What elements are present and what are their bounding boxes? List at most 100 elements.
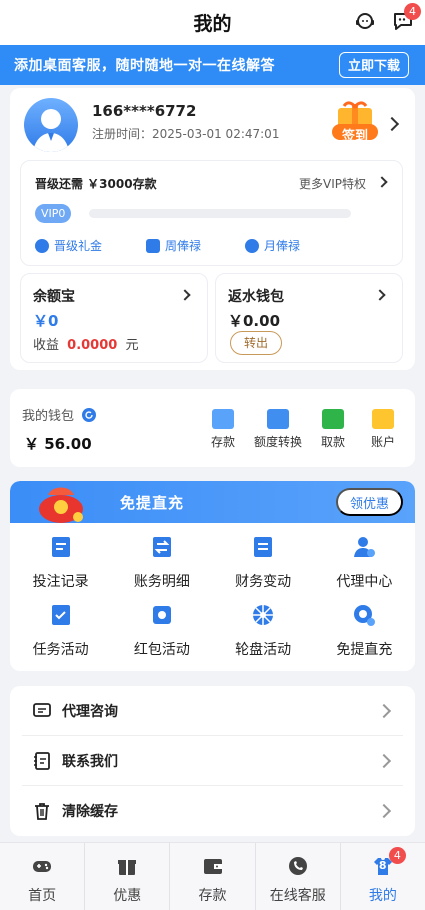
red-packet-icon xyxy=(152,606,171,624)
trash-icon xyxy=(35,803,49,820)
vip-link-label: 周俸禄 xyxy=(165,239,202,253)
avatar[interactable] xyxy=(24,98,78,152)
money-bag-icon xyxy=(245,238,260,253)
grid-item-finance-changes[interactable]: 财务变动 xyxy=(213,535,314,591)
my-wallet-label: 我的钱包 xyxy=(22,409,75,424)
calendar-week-icon xyxy=(146,238,161,253)
tab-label: 我的 xyxy=(368,888,397,904)
tab-mine[interactable]: 8 4 我的 xyxy=(341,843,425,910)
grid-item-task-activity[interactable]: 任务活动 xyxy=(10,603,111,659)
tab-promotions[interactable]: 优惠 xyxy=(85,843,171,910)
tab-home[interactable]: 首页 xyxy=(0,843,86,910)
tab-label: 首页 xyxy=(28,888,57,904)
withdraw-icon xyxy=(322,409,344,429)
menu-item-label: 联系我们 xyxy=(62,753,118,770)
vip-link-label: 晋级礼金 xyxy=(54,239,103,253)
promo-header: 免提直充 领优惠 xyxy=(10,481,415,523)
settings-menu: 代理咨询 联系我们 清除缓存 xyxy=(10,686,415,836)
messages-button[interactable]: 4 xyxy=(391,3,421,33)
contact-book-icon xyxy=(34,751,50,770)
grid-item-red-packet-activity[interactable]: 红包活动 xyxy=(111,603,212,659)
transfer-out-button[interactable]: 转出 xyxy=(230,331,282,355)
vip-link-upgrade-bonus[interactable]: 晋级礼金 xyxy=(35,237,102,254)
vip-more-privileges-link[interactable]: 更多VIP特权 xyxy=(299,175,366,192)
grid-item-free-recharge[interactable]: 免提直充 xyxy=(314,603,415,659)
vip-link-weekly-salary[interactable]: 周俸禄 xyxy=(146,237,201,254)
gamepad-icon xyxy=(33,861,52,872)
transfer-action[interactable]: 额度转换 xyxy=(253,409,303,450)
profile-chevron-right-icon[interactable] xyxy=(384,116,400,132)
grid-item-account-details[interactable]: 账务明细 xyxy=(111,535,212,591)
document-list-icon xyxy=(51,537,70,557)
customer-service-icon[interactable] xyxy=(353,9,377,33)
vip-upgrade-requirement: 晋级还需 ￥3000存款 xyxy=(35,177,157,191)
grid-item-label: 红包活动 xyxy=(133,642,190,658)
menu-item-clear-cache[interactable]: 清除缓存 xyxy=(22,786,403,836)
vip-chevron-right-icon[interactable] xyxy=(376,176,388,188)
chevron-right-icon xyxy=(376,753,392,769)
yuebao-income-row: 收益 0.0000 元 xyxy=(33,334,138,353)
profile-card: 166****6772 注册时间：2025-03-01 02:47:01 签到 … xyxy=(10,88,415,370)
tab-label: 优惠 xyxy=(113,888,142,904)
yuebao-amount: ￥0 xyxy=(33,312,59,330)
task-doc-icon xyxy=(51,605,70,625)
feature-grid: 投注记录 账务明细 财务变动 代理中心 任务活动 红包活动 轮盘活动 免提直充 xyxy=(10,535,415,659)
chevron-right-icon xyxy=(376,803,392,819)
vip-link-monthly-salary[interactable]: 月俸禄 xyxy=(245,237,300,254)
grid-item-label: 投注记录 xyxy=(32,574,89,590)
grid-item-bet-records[interactable]: 投注记录 xyxy=(10,535,111,591)
register-time: 注册时间：2025-03-01 02:47:01 xyxy=(92,127,280,141)
top-bar: 我的 4 xyxy=(0,0,425,45)
message-count-badge: 4 xyxy=(404,3,421,20)
lucky-bag-icon xyxy=(39,487,83,523)
spin-wheel-icon xyxy=(253,605,274,625)
refresh-icon[interactable] xyxy=(82,408,97,422)
transfer-arrows-icon xyxy=(267,409,289,429)
menu-item-contact-us[interactable]: 联系我们 xyxy=(22,736,403,786)
download-now-button[interactable]: 立即下载 xyxy=(338,52,409,78)
grid-item-agent-center[interactable]: 代理中心 xyxy=(314,535,415,591)
claim-offer-button[interactable]: 领优惠 xyxy=(335,488,403,516)
user-phone: 166****6772 xyxy=(92,102,197,120)
grid-item-label: 账务明细 xyxy=(133,574,190,590)
user-avatar-icon xyxy=(33,109,69,152)
mine-count: 8 xyxy=(378,859,387,872)
withdraw-action[interactable]: 取款 xyxy=(313,409,353,450)
banner-text: 添加桌面客服，随时随地一对一在线解答 xyxy=(14,58,275,74)
whatsapp-phone-icon xyxy=(288,857,307,875)
my-wallet-card: 我的钱包 ￥ 56.00 存款 额度转换 取款 账户 xyxy=(10,389,415,467)
grid-item-wheel-activity[interactable]: 轮盘活动 xyxy=(213,603,314,659)
finance-doc-icon xyxy=(254,537,273,557)
vip-progress-bar xyxy=(89,209,351,218)
deposit-action[interactable]: 存款 xyxy=(203,409,243,450)
wallet-actions: 存款 额度转换 取款 账户 xyxy=(203,409,403,450)
download-banner: 添加桌面客服，随时随地一对一在线解答 立即下载 xyxy=(0,45,425,85)
yuebao-card[interactable]: 余额宝 ￥0 收益 0.0000 元 xyxy=(20,273,208,363)
vip-benefit-links: 晋级礼金 周俸禄 月俸禄 xyxy=(35,237,395,254)
rebate-wallet-card[interactable]: 返水钱包 ￥0.00 转出 xyxy=(215,273,403,363)
wallet-balance: ￥ 56.00 xyxy=(24,435,92,453)
top-actions: 4 xyxy=(353,3,421,33)
deposit-icon xyxy=(212,409,234,429)
menu-item-agent-consult[interactable]: 代理咨询 xyxy=(22,686,403,736)
rebate-wallet-title: 返水钱包 xyxy=(228,289,284,305)
rebate-chevron-right-icon xyxy=(374,289,386,301)
tab-online-service[interactable]: 在线客服 xyxy=(256,843,341,910)
signin-button[interactable]: 签到 xyxy=(330,98,380,144)
action-label: 账户 xyxy=(370,435,395,449)
rebate-amount: ￥0.00 xyxy=(228,312,281,330)
grid-item-label: 轮盘活动 xyxy=(235,642,292,658)
grid-item-label: 任务活动 xyxy=(32,642,89,658)
tab-label: 存款 xyxy=(198,888,227,904)
tab-deposit[interactable]: 存款 xyxy=(170,843,256,910)
promo-title: 免提直充 xyxy=(120,494,185,512)
headset-icon xyxy=(356,13,374,29)
bottom-tab-bar: 首页 优惠 存款 在线客服 8 4 我的 xyxy=(0,842,425,910)
grid-item-label: 免提直充 xyxy=(336,642,393,658)
income-label: 收益 xyxy=(33,338,60,353)
yuebao-title: 余额宝 xyxy=(33,289,75,305)
account-action[interactable]: 账户 xyxy=(363,409,403,450)
mine-badge: 4 xyxy=(388,847,406,864)
tab-label: 在线客服 xyxy=(269,888,326,904)
menu-item-label: 代理咨询 xyxy=(62,703,118,720)
